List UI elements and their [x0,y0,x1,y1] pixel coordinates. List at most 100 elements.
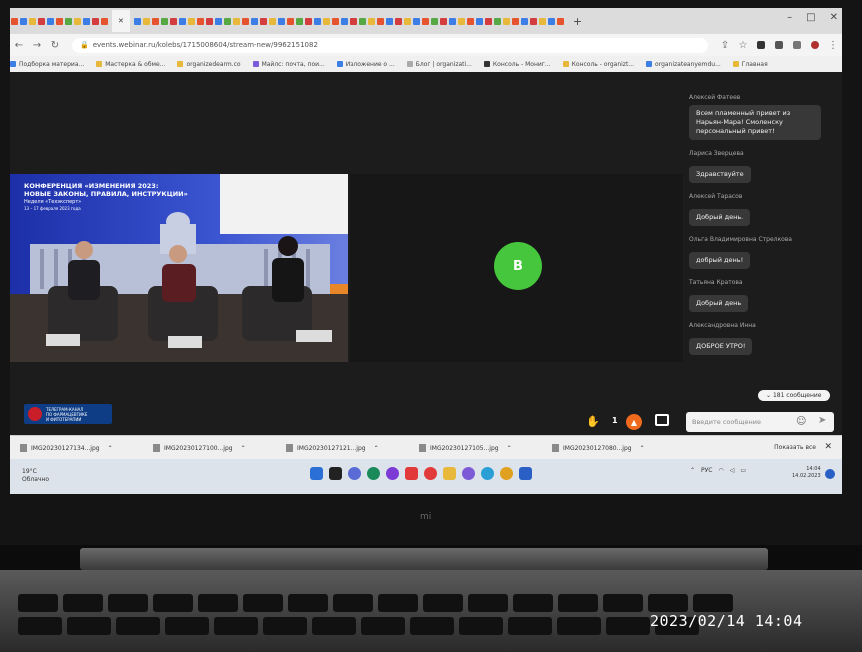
extension-icon[interactable] [757,41,765,49]
tab-favicon-icon[interactable] [430,17,438,25]
yandex-icon[interactable] [405,467,418,480]
notification-icon[interactable] [825,469,835,479]
tab-favicon-icon[interactable] [376,17,384,25]
tab-favicon-icon[interactable] [277,17,285,25]
chevron-up-icon[interactable]: ⌃ [507,445,512,452]
forward-icon[interactable]: → [28,40,46,51]
tab-favicon-icon[interactable] [475,17,483,25]
tab-favicon-icon[interactable] [101,17,108,25]
layout-toggle-icon[interactable] [655,414,669,426]
browser-app-icon[interactable] [386,467,399,480]
tab-favicon-icon[interactable] [286,17,294,25]
chat-message-input[interactable]: Введите сообщение [686,412,834,432]
tray-chevron-icon[interactable]: ⌃ [690,467,695,474]
tab-favicon-icon[interactable] [151,17,159,25]
tab-favicon-icon[interactable] [133,17,141,25]
tab-favicon-icon[interactable] [529,17,537,25]
tab-favicon-icon[interactable] [466,17,474,25]
close-window-icon[interactable]: ✕ [830,12,838,23]
tab-favicon-icon[interactable] [169,17,177,25]
tab-favicon-icon[interactable] [421,17,429,25]
tab-favicon-icon[interactable] [178,17,186,25]
browser-menu-icon[interactable]: ⋮ [824,40,842,51]
download-item[interactable]: IMG20230127080...jpg ⌃ [552,444,675,452]
tab-favicon-icon[interactable] [331,17,339,25]
volume-icon[interactable]: ◁ [730,467,735,474]
viber-icon[interactable] [462,467,475,480]
download-item[interactable]: IMG20230127134...jpg ⌃ [20,444,143,452]
download-item[interactable]: IMG20230127100...jpg ⌃ [153,444,276,452]
tab-favicon-icon[interactable] [358,17,366,25]
tab-favicon-icon[interactable] [349,17,357,25]
reload-icon[interactable]: ↻ [46,40,64,51]
speaker-video[interactable]: КОНФЕРЕНЦИЯ «ИЗМЕНЕНИЯ 2023: НОВЫЕ ЗАКОН… [10,174,348,362]
bookmark-item[interactable]: Подборка материа... [10,61,84,68]
bookmark-item[interactable]: Главная [732,61,768,68]
tab-favicon-icon[interactable] [11,17,18,25]
tab-favicon-icon[interactable] [38,17,45,25]
tab-favicon-icon[interactable] [214,17,222,25]
broadcast-icon[interactable]: ▲ [626,414,642,430]
bookmark-item[interactable]: Блог | organizati... [406,61,472,68]
tab-favicon-icon[interactable] [223,17,231,25]
bookmark-star-icon[interactable]: ☆ [734,40,752,51]
bookmark-item[interactable]: organizateanyemdu... [646,61,721,68]
edge-icon[interactable] [367,467,380,480]
wifi-icon[interactable]: ◠ [719,467,724,474]
telegram-icon[interactable] [481,467,494,480]
tab-favicon-icon[interactable] [241,17,249,25]
tab-favicon-icon[interactable] [547,17,555,25]
bookmark-item[interactable]: Консоль - organizt... [562,61,634,68]
send-icon[interactable]: ➤ [818,415,826,426]
bookmark-item[interactable]: Майлс: почта, пои... [252,61,325,68]
tab-favicon-icon[interactable] [83,17,90,25]
new-messages-badge[interactable]: ⌄ 181 сообщение [758,390,830,401]
tab-favicon-icon[interactable] [403,17,411,25]
tab-favicon-icon[interactable] [538,17,546,25]
tab-favicon-icon[interactable] [92,17,99,25]
chrome-icon[interactable] [500,467,513,480]
tab-favicon-icon[interactable] [196,17,204,25]
tab-favicon-icon[interactable] [205,17,213,25]
extensions-puzzle-icon[interactable] [775,41,783,49]
download-item[interactable]: IMG20230127105...jpg ⌃ [419,444,542,452]
word-icon[interactable] [519,467,532,480]
address-bar[interactable]: 🔒 events.webinar.ru/kolebs/1715008604/st… [72,37,708,53]
tab-favicon-icon[interactable] [412,17,420,25]
tab-favicon-icon[interactable] [493,17,501,25]
close-downloads-icon[interactable]: ✕ [824,442,832,452]
minimize-icon[interactable]: – [787,12,792,23]
chat-app-icon[interactable] [348,467,361,480]
tab-favicon-icon[interactable] [520,17,528,25]
battery-icon[interactable]: ▭ [740,467,746,474]
tab-favicon-icon[interactable] [457,17,465,25]
tab-favicon-icon[interactable] [502,17,510,25]
new-tab-button[interactable]: + [573,15,582,28]
explorer-icon[interactable] [443,467,456,480]
download-item[interactable]: IMG20230127121...jpg ⌃ [286,444,409,452]
tab-favicon-icon[interactable] [232,17,240,25]
tab-favicon-icon[interactable] [74,17,81,25]
weather-widget[interactable]: 19°C Облачно [22,468,49,484]
show-all-downloads-button[interactable]: Показать все [774,444,816,451]
tab-favicon-icon[interactable] [448,17,456,25]
tab-favicon-icon[interactable] [250,17,258,25]
tab-favicon-icon[interactable] [367,17,375,25]
sidebar-icon[interactable] [793,41,801,49]
task-view-icon[interactable] [329,467,342,480]
taskbar-clock[interactable]: 14:04 14.02.2023 [792,466,821,480]
tab-favicon-icon[interactable] [187,17,195,25]
start-icon[interactable] [310,467,323,480]
chevron-up-icon[interactable]: ⌃ [108,445,113,452]
bookmark-item[interactable]: Консоль - Мониг... [483,61,551,68]
tab-favicon-icon[interactable] [385,17,393,25]
tab-favicon-icon[interactable] [259,17,267,25]
tab-favicon-icon[interactable] [313,17,321,25]
tab-favicon-icon[interactable] [556,17,564,25]
back-icon[interactable]: ← [10,40,28,51]
tab-favicon-icon[interactable] [160,17,168,25]
bookmark-item[interactable]: Мастерка & обме... [96,61,165,68]
share-icon[interactable]: ⇪ [716,40,734,51]
tab-favicon-icon[interactable] [340,17,348,25]
participant-avatar[interactable]: В [494,242,542,290]
